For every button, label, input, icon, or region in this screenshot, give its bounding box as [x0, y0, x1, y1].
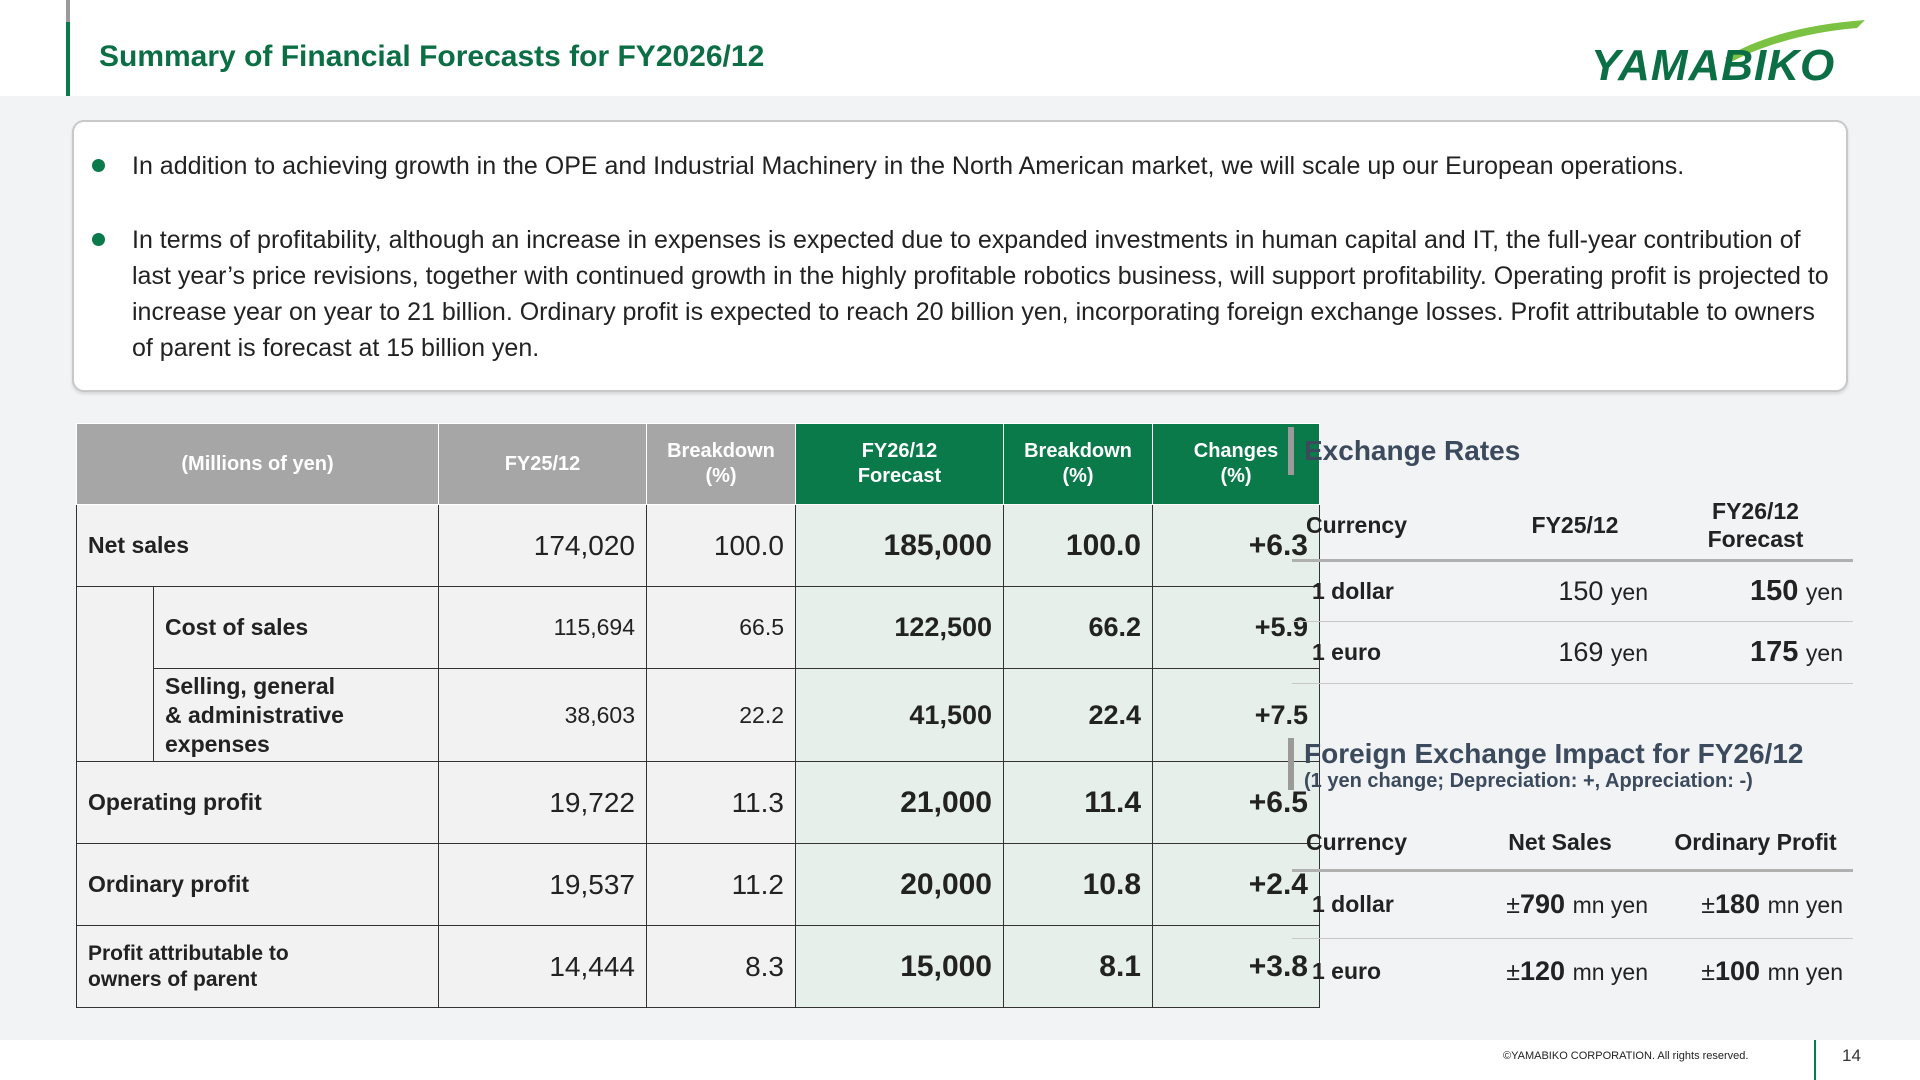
- table-row: 1 dollar 150 yen 150 yen: [1292, 560, 1853, 622]
- table-row-net-sales: Net sales 174,020 100.0 185,000 100.0 +6…: [76, 504, 1320, 587]
- summary-bullet-text: In terms of profitability, although an i…: [132, 226, 1829, 362]
- cell-fy25: 38,603: [438, 668, 647, 762]
- table-row-operating-profit: Operating profit 19,722 11.3 21,000 11.4…: [76, 761, 1320, 844]
- financial-forecast-table: (Millions of yen) FY25/12 Breakdown (%) F…: [76, 423, 1320, 1008]
- header-breakdown-fy26: Breakdown (%): [1003, 423, 1153, 505]
- section-accent-bar: [1288, 738, 1294, 790]
- page-title: Summary of Financial Forecasts for FY202…: [99, 40, 765, 73]
- fx-impact-subtitle: (1 yen change; Depreciation: +, Apprecia…: [1304, 770, 1753, 792]
- cell-ordinary-profit: ±180 mn yen: [1658, 870, 1853, 939]
- cell-fy26: 15,000: [795, 925, 1004, 1008]
- header-fy25: FY25/12: [1492, 492, 1658, 562]
- yamabiko-logo: YAMABIKO: [1591, 20, 1865, 86]
- section-accent-bar: [1288, 427, 1294, 475]
- table-row: 1 euro ±120 mn yen ±100 mn yen: [1292, 938, 1853, 1004]
- cell-breakdown-fy25: 11.2: [646, 843, 796, 926]
- indent-cell: [76, 586, 154, 762]
- cell-fy25: 169 yen: [1492, 621, 1658, 684]
- page-number: 14: [1842, 1046, 1861, 1065]
- row-label: Selling, general & administrative expenses: [153, 668, 439, 762]
- table-row: 1 euro 169 yen 175 yen: [1292, 621, 1853, 684]
- cell-fy26: 21,000: [795, 761, 1004, 844]
- exchange-rates-table: Currency FY25/12 FY26/12 Forecast 1 dolla…: [1292, 492, 1853, 684]
- cell-fy25: 115,694: [438, 586, 647, 669]
- table-row-ordinary-profit: Ordinary profit 19,537 11.2 20,000 10.8 …: [76, 843, 1320, 926]
- cell-breakdown-fy25: 100.0: [646, 504, 796, 587]
- header-currency: Currency: [1292, 815, 1462, 872]
- copyright-text: ©YAMABIKO CORPORATION. All rights reserv…: [1503, 1050, 1749, 1062]
- cell-fy26: 41,500: [795, 668, 1004, 762]
- row-label: Net sales: [76, 504, 439, 587]
- table-header-row: Currency FY25/12 FY26/12 Forecast: [1292, 492, 1853, 562]
- header-ordinary-profit: Ordinary Profit: [1658, 815, 1853, 872]
- fx-impact-table: Currency Net Sales Ordinary Profit 1 dol…: [1292, 815, 1853, 1004]
- bullet-dot-icon: [92, 159, 105, 172]
- cell-breakdown-fy26: 8.1: [1003, 925, 1153, 1008]
- header-breakdown-fy25: Breakdown (%): [646, 423, 796, 505]
- page-header: Summary of Financial Forecasts for FY202…: [0, 0, 1920, 96]
- summary-box: In addition to achieving growth in the O…: [72, 120, 1848, 392]
- cell-breakdown-fy25: 22.2: [646, 668, 796, 762]
- table-header-row: (Millions of yen) FY25/12 Breakdown (%) F…: [76, 423, 1320, 505]
- cell-currency: 1 dollar: [1292, 870, 1462, 939]
- header-unit: (Millions of yen): [76, 423, 439, 505]
- cell-currency: 1 euro: [1312, 957, 1382, 984]
- cell-fy25: 19,537: [438, 843, 647, 926]
- cell-net-sales: ±790 mn yen: [1462, 870, 1658, 939]
- logo-text: YAMABIKO: [1591, 41, 1835, 86]
- table-row: 1 dollar ±790 mn yen ±180 mn yen: [1292, 870, 1853, 939]
- cell-breakdown-fy26: 100.0: [1003, 504, 1153, 587]
- table-row-profit-owners: Profit attributable to owners of parent 1…: [76, 925, 1320, 1008]
- cell-net-sales: ±120 mn yen: [1506, 955, 1648, 986]
- cell-currency: 1 dollar: [1292, 560, 1492, 622]
- cell-ordinary-profit: ±100 mn yen: [1701, 955, 1843, 986]
- row-label: Operating profit: [76, 761, 439, 844]
- summary-bullet-text: In addition to achieving growth in the O…: [132, 152, 1685, 180]
- cell-breakdown-fy25: 11.3: [646, 761, 796, 844]
- cell-fy25: 19,722: [438, 761, 647, 844]
- header-accent-bar-top: [66, 0, 70, 22]
- header-fy26-forecast: FY26/12 Forecast: [795, 423, 1004, 505]
- table-row-sga: Selling, general & administrative expenses…: [77, 668, 1320, 762]
- cell-breakdown-fy26: 22.4: [1003, 668, 1153, 762]
- header-fy25: FY25/12: [438, 423, 647, 505]
- cell-fy26: 175 yen: [1658, 621, 1853, 684]
- cell-fy26: 150 yen: [1658, 560, 1853, 622]
- row-label: Ordinary profit: [76, 843, 439, 926]
- bullet-dot-icon: [92, 233, 105, 246]
- cell-fy25: 14,444: [438, 925, 647, 1008]
- exchange-rates-title: Exchange Rates: [1304, 435, 1521, 466]
- cell-fy25: 174,020: [438, 504, 647, 587]
- cell-fy26: 185,000: [795, 504, 1004, 587]
- header-fy26-forecast: FY26/12 Forecast: [1658, 492, 1853, 562]
- cell-currency: 1 euro: [1292, 621, 1492, 684]
- cell-breakdown-fy25: 66.5: [646, 586, 796, 669]
- cell-fy26: 20,000: [795, 843, 1004, 926]
- cell-breakdown-fy26: 66.2: [1003, 586, 1153, 669]
- header-currency: Currency: [1292, 492, 1492, 562]
- header-net-sales: Net Sales: [1462, 815, 1658, 872]
- cell-breakdown-fy25: 8.3: [646, 925, 796, 1008]
- cell-breakdown-fy26: 10.8: [1003, 843, 1153, 926]
- fx-impact-title: Foreign Exchange Impact for FY26/12: [1304, 738, 1804, 769]
- table-header-row: Currency Net Sales Ordinary Profit: [1292, 815, 1853, 872]
- cell-breakdown-fy26: 11.4: [1003, 761, 1153, 844]
- table-row-cost-of-sales: Cost of sales 115,694 66.5 122,500 66.2 …: [76, 586, 1320, 762]
- row-label: Cost of sales: [153, 586, 439, 669]
- row-label: Profit attributable to owners of parent: [76, 925, 439, 1008]
- cell-fy25: 150 yen: [1492, 560, 1658, 622]
- footer-divider: [1814, 1040, 1816, 1080]
- cell-fy26: 122,500: [795, 586, 1004, 669]
